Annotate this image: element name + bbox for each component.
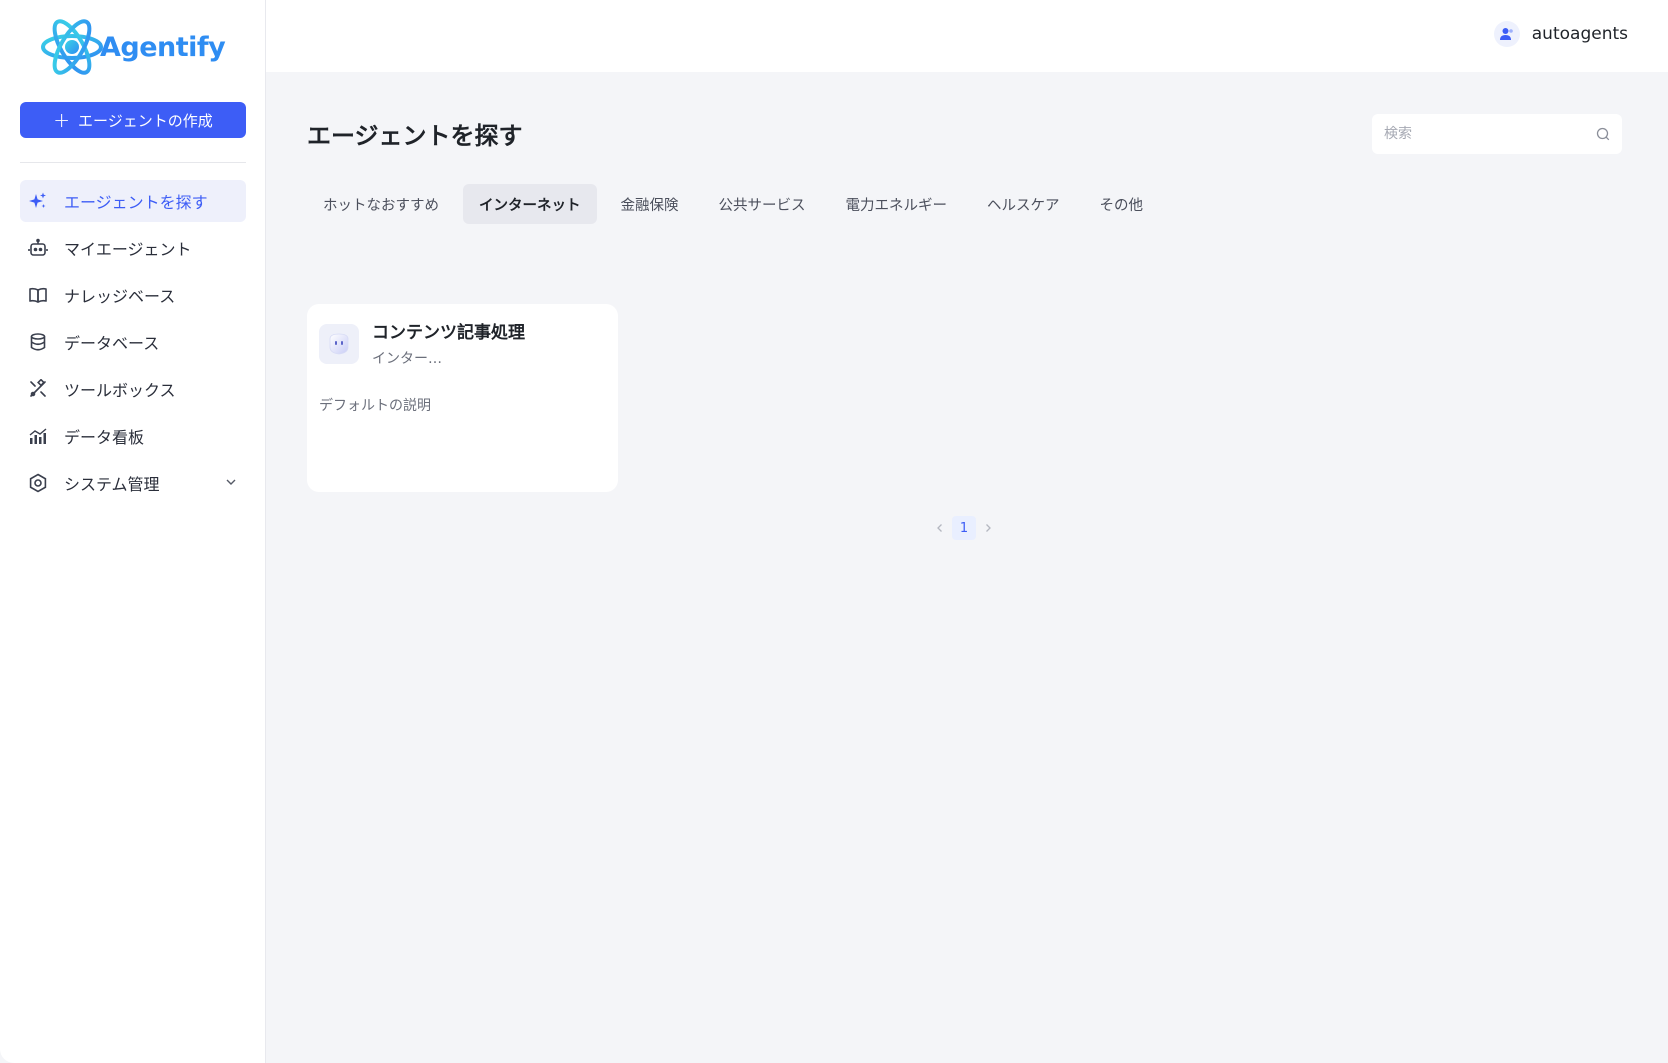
create-agent-label: エージェントの作成 xyxy=(78,111,213,130)
sidebar: Agentify + エージェントの作成 エージェントを探す マイエージェント … xyxy=(0,0,266,1063)
agent-avatar xyxy=(319,324,359,364)
chart-icon xyxy=(28,426,48,446)
tab-power-energy[interactable]: 電力エネルギー xyxy=(830,184,964,224)
page-title: エージェントを探す xyxy=(307,122,523,150)
search-box xyxy=(1372,114,1622,154)
sidebar-divider xyxy=(20,162,246,163)
sidebar-item-label: データ看板 xyxy=(64,428,145,447)
search-input[interactable] xyxy=(1372,115,1582,153)
settings-icon xyxy=(28,473,48,493)
top-bar: autoagents xyxy=(266,0,1668,72)
sidebar-item-label: システム管理 xyxy=(64,475,160,494)
category-tabs: ホットなおすすめ インターネット 金融保険 公共サービス 電力エネルギー ヘルス… xyxy=(307,184,1167,224)
sidebar-item-label: データベース xyxy=(64,334,160,353)
sidebar-nav: エージェントを探す マイエージェント ナレッジベース データベース ツールボック… xyxy=(20,180,246,509)
logo[interactable]: Agentify xyxy=(40,15,240,79)
agent-card[interactable]: コンテンツ記事処理 インター… デフォルトの説明 xyxy=(307,304,618,492)
username: autoagents xyxy=(1531,24,1628,44)
next-page-button[interactable] xyxy=(980,516,996,540)
sidebar-item-label: エージェントを探す xyxy=(64,193,208,212)
book-icon xyxy=(28,285,48,305)
chevron-right-icon xyxy=(986,524,991,532)
sidebar-item-label: ツールボックス xyxy=(64,381,176,400)
app-window: Agentify + エージェントの作成 エージェントを探す マイエージェント … xyxy=(0,0,1668,1063)
create-agent-button[interactable]: + エージェントの作成 xyxy=(20,102,246,138)
page-number-button[interactable]: 1 xyxy=(952,516,976,540)
sidebar-item-knowledge-base[interactable]: ナレッジベース xyxy=(20,274,246,316)
sparkles-icon xyxy=(28,191,48,211)
prev-page-button[interactable] xyxy=(932,516,948,540)
sidebar-item-label: ナレッジベース xyxy=(64,287,176,306)
logo-text: Agentify xyxy=(100,31,226,63)
tab-internet[interactable]: インターネット xyxy=(463,184,597,224)
tab-healthcare[interactable]: ヘルスケア xyxy=(971,184,1076,224)
tab-other[interactable]: その他 xyxy=(1084,184,1160,224)
bot-face-icon xyxy=(329,333,349,355)
sidebar-item-database[interactable]: データベース xyxy=(20,321,246,363)
tools-icon xyxy=(28,379,48,399)
chevron-left-icon xyxy=(937,524,942,532)
database-icon xyxy=(28,332,48,352)
sidebar-item-explore-agents[interactable]: エージェントを探す xyxy=(20,180,246,222)
sidebar-item-my-agents[interactable]: マイエージェント xyxy=(20,227,246,269)
tab-finance-insurance[interactable]: 金融保険 xyxy=(605,184,695,224)
agent-card-category: インター… xyxy=(372,351,442,367)
pagination: 1 xyxy=(932,516,996,540)
agent-card-title: コンテンツ記事処理 xyxy=(372,323,525,343)
sidebar-item-system-management[interactable]: システム管理 xyxy=(20,462,246,504)
agent-card-description: デフォルトの説明 xyxy=(319,398,431,414)
sidebar-item-label: マイエージェント xyxy=(64,240,192,259)
sidebar-item-data-board[interactable]: データ看板 xyxy=(20,415,246,457)
sidebar-item-toolbox[interactable]: ツールボックス xyxy=(20,368,246,410)
search-icon[interactable] xyxy=(1596,127,1610,141)
tab-public-services[interactable]: 公共サービス xyxy=(703,184,822,224)
atom-logo-icon xyxy=(41,19,103,75)
plus-icon: + xyxy=(53,108,71,132)
chevron-down-icon[interactable] xyxy=(224,475,238,489)
tab-hot-recommendations[interactable]: ホットなおすすめ xyxy=(307,184,455,224)
user-menu[interactable]: autoagents xyxy=(1493,20,1628,48)
robot-icon xyxy=(28,238,48,258)
user-icon xyxy=(1493,21,1520,47)
